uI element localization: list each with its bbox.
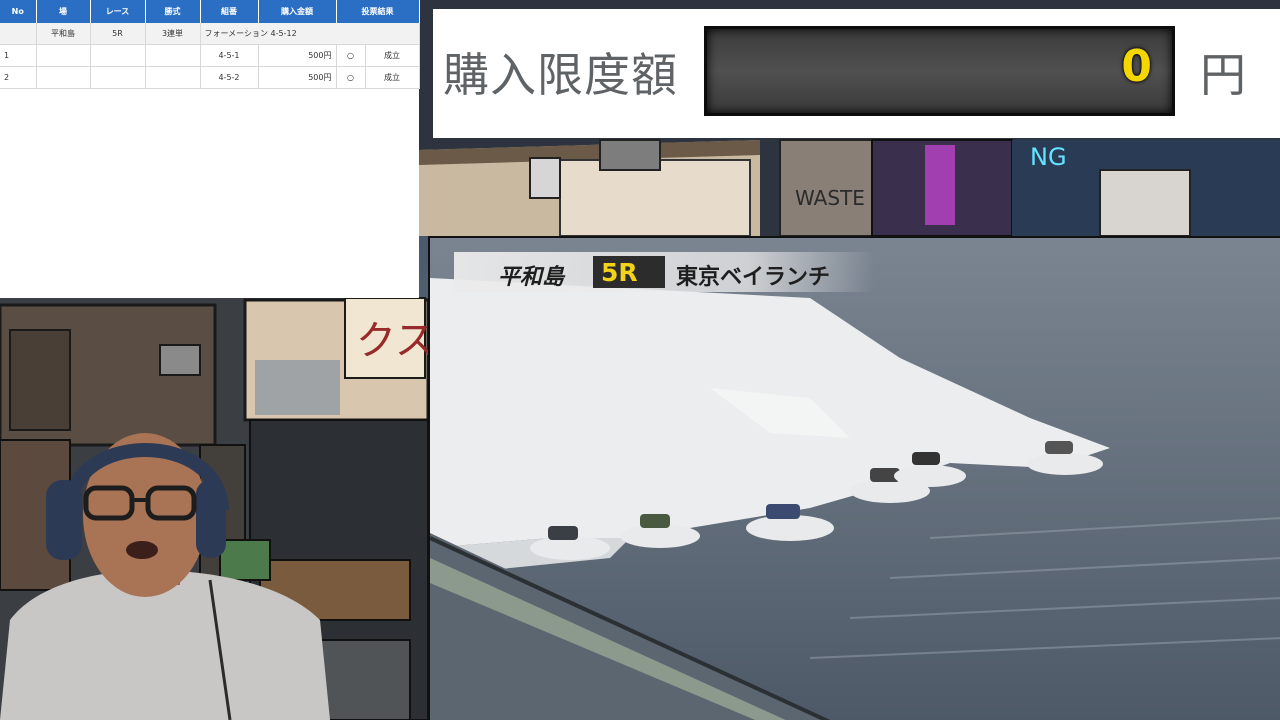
header-race: レース <box>90 0 146 23</box>
row-race-cell <box>90 66 146 89</box>
race-video-feed: 平和島 5R 東京ベイランチ <box>428 236 1280 720</box>
row-type-cell <box>145 66 201 89</box>
row-combination: 4-5-2 <box>200 66 259 89</box>
row-combination: 4-5-1 <box>200 44 259 67</box>
summary-venue: 平和島 <box>36 23 91 45</box>
row-amount: 500円 <box>258 66 337 89</box>
row-result: 成立 <box>365 44 420 67</box>
summary-bet-type: 3連単 <box>145 23 201 45</box>
right-earcup <box>196 480 226 558</box>
summary-no-cell <box>0 23 37 45</box>
left-earcup <box>46 480 82 560</box>
webcam-streamer <box>0 433 330 720</box>
bet-history-table: No 場 レース 勝式 組番 購入金額 投票結果 平和島 5R 3連単 フォーメ… <box>0 0 420 89</box>
race-name: 東京ベイランチ <box>676 265 831 290</box>
purchase-limit-display: 0 <box>704 26 1175 116</box>
row-amount: 500円 <box>258 44 337 67</box>
header-venue: 場 <box>36 0 91 23</box>
header-bet-type: 勝式 <box>145 0 201 23</box>
bet-history-panel: No 場 レース 勝式 組番 購入金額 投票結果 平和島 5R 3連単 フォーメ… <box>0 0 420 298</box>
row-venue-cell <box>36 44 91 67</box>
table-row: 1 4-5-1 500円 ○ 成立 <box>0 44 420 67</box>
row-venue-cell <box>36 66 91 89</box>
summary-race: 5R <box>90 23 146 45</box>
row-mark: ○ <box>336 66 366 89</box>
header-combination: 組番 <box>200 0 259 23</box>
table-summary-row: 平和島 5R 3連単 フォーメーション 4-5-12 <box>0 23 420 45</box>
purchase-limit-label: 購入限度額 <box>443 48 678 102</box>
row-race-cell <box>90 44 146 67</box>
race-scene <box>430 238 1280 720</box>
stream-layout: WASTE NG クス No 場 レース 勝式 組番 購入金額 投票結果 平和島… <box>0 0 1280 720</box>
purchase-limit-panel: 購入限度額 0 円 <box>433 9 1280 138</box>
header-result: 投票結果 <box>336 0 420 23</box>
purchase-limit-value: 0 <box>1121 41 1152 92</box>
race-number-badge: 5R <box>593 256 665 288</box>
race-venue: 平和島 <box>498 265 565 290</box>
summary-formation: フォーメーション 4-5-12 <box>200 23 420 45</box>
row-no: 2 <box>0 66 37 89</box>
row-no: 1 <box>0 44 37 67</box>
row-mark: ○ <box>336 44 366 67</box>
header-no: No <box>0 0 37 23</box>
table-header-row: No 場 レース 勝式 組番 購入金額 投票結果 <box>0 0 420 23</box>
row-type-cell <box>145 44 201 67</box>
race-info-overlay: 平和島 5R 東京ベイランチ <box>454 252 874 292</box>
neon-sign: NG <box>1030 143 1067 171</box>
row-result: 成立 <box>365 66 420 89</box>
race-number: 5R <box>601 258 638 287</box>
shop-katakana-sign: クス <box>356 318 435 364</box>
table-row: 2 4-5-2 500円 ○ 成立 <box>0 66 420 89</box>
header-amount: 購入金額 <box>258 0 337 23</box>
waste-sign: WASTE <box>795 186 865 210</box>
purchase-limit-unit: 円 <box>1200 48 1246 102</box>
